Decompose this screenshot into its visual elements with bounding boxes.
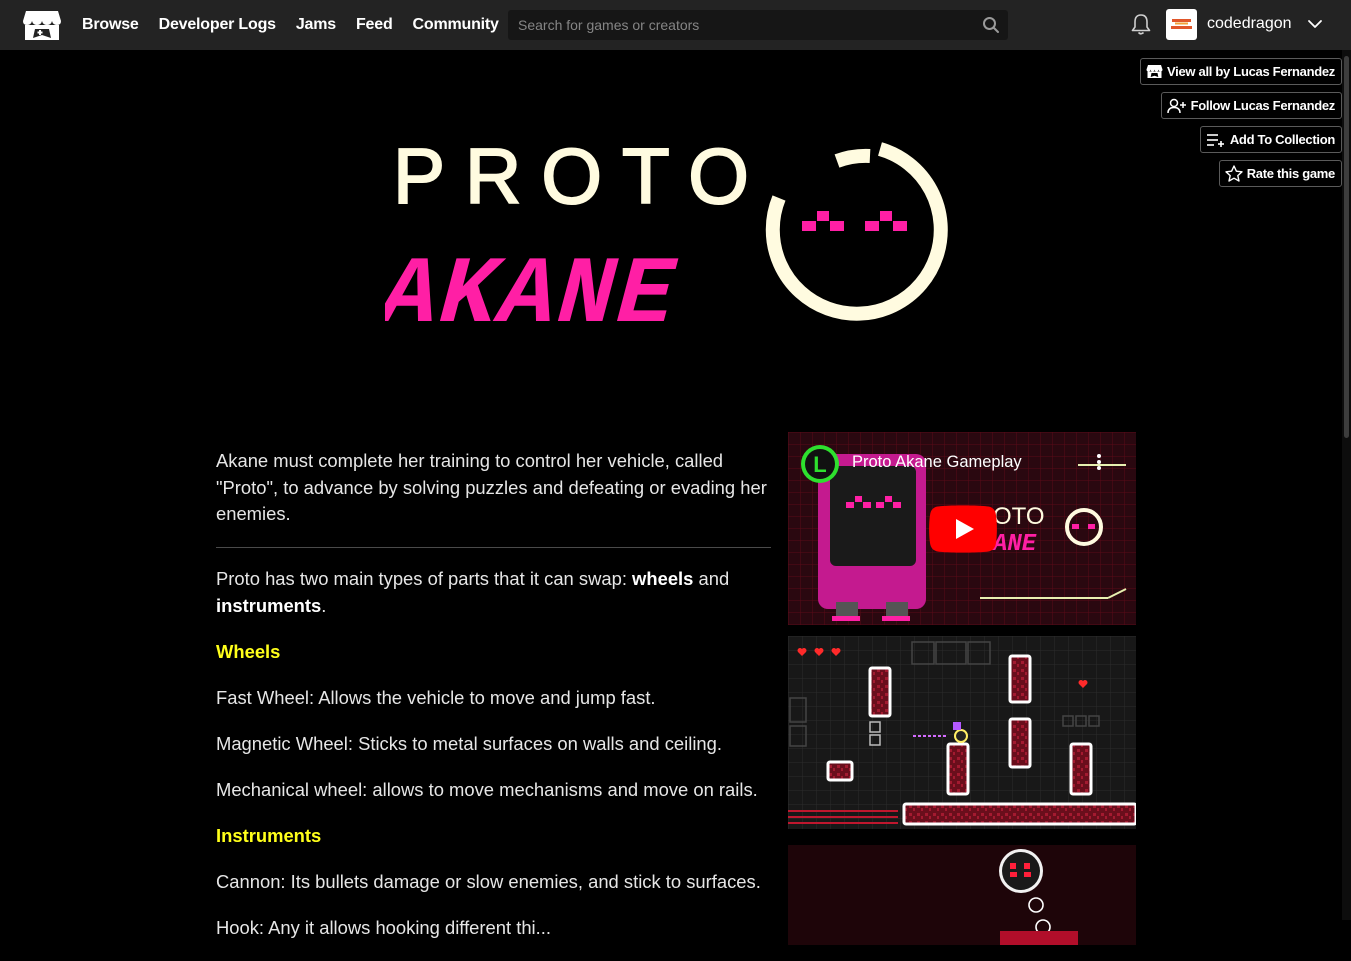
follow-user-icon: [1166, 98, 1186, 113]
game-title-banner: PROTO AKANE: [385, 131, 948, 338]
user-avatar-icon: [1168, 11, 1195, 38]
svg-text:OTO: OTO: [993, 503, 1045, 530]
search-input[interactable]: [508, 10, 974, 40]
instruments-heading: Instruments: [216, 824, 322, 846]
parts-paragraph: Proto has two main types of parts that i…: [216, 568, 730, 616]
svg-text:ANE: ANE: [991, 531, 1037, 558]
view-all-label: View all by Lucas Fernandez: [1167, 64, 1335, 79]
follow-button[interactable]: Follow Lucas Fernandez: [1160, 92, 1342, 119]
mechanical-wheel-text: Mechanical wheel: allows to move mechani…: [216, 778, 758, 800]
nav-feed[interactable]: Feed: [356, 16, 393, 34]
fast-wheel-text: Fast Wheel: Allows the vehicle to move a…: [216, 686, 656, 708]
screenshot-level-2[interactable]: [788, 845, 1136, 945]
nav-developer-logs[interactable]: Developer Logs: [159, 16, 276, 34]
notifications-bell-icon[interactable]: [1130, 12, 1152, 36]
rate-game-button[interactable]: Rate this game: [1218, 160, 1342, 187]
site-header: Browse Developer Logs Jams Feed Communit…: [0, 0, 1351, 50]
banner-title-akane: AKANE: [385, 242, 680, 338]
wheels-heading: Wheels: [216, 640, 281, 662]
itchio-logo-icon[interactable]: [22, 7, 62, 43]
video-title[interactable]: Proto Akane Gameplay: [852, 453, 1022, 472]
screenshot-level-1[interactable]: [788, 636, 1138, 829]
hook-text: Hook: Any it allows hooking different th…: [216, 916, 551, 938]
rate-label: Rate this game: [1246, 166, 1336, 181]
more-options-icon[interactable]: [1094, 452, 1104, 472]
star-icon: [1225, 165, 1243, 182]
nav-community[interactable]: Community: [413, 16, 499, 34]
follow-label: Follow Lucas Fernandez: [1190, 98, 1336, 113]
add-collection-label: Add To Collection: [1229, 132, 1335, 147]
channel-avatar-icon[interactable]: L: [800, 444, 840, 484]
search-button[interactable]: [974, 10, 1008, 40]
search-icon: [983, 17, 999, 33]
add-to-collection-button[interactable]: Add To Collection: [1199, 126, 1342, 153]
media-column: OTO ANE L Proto Akane Gameplay: [788, 432, 1138, 950]
proto-face-icon: [765, 142, 948, 321]
main-nav: Browse Developer Logs Jams Feed Communit…: [82, 0, 499, 50]
search-bar: [508, 10, 1008, 40]
banner-title-proto: PROTO: [393, 132, 769, 220]
magnetic-wheel-text: Magnetic Wheel: Sticks to metal surfaces…: [216, 732, 722, 754]
nav-browse[interactable]: Browse: [82, 16, 139, 34]
view-all-button[interactable]: View all by Lucas Fernandez: [1140, 58, 1342, 85]
username-label[interactable]: codedragon: [1207, 15, 1292, 33]
play-button-icon[interactable]: [929, 505, 997, 553]
intro-paragraph: Akane must complete her training to cont…: [216, 450, 767, 524]
game-description: Akane must complete her training to cont…: [216, 448, 771, 961]
itchio-small-icon: [1146, 65, 1163, 78]
scrollbar-thumb[interactable]: [1344, 56, 1349, 438]
cannon-text: Cannon: Its bullets damage or slow enemi…: [216, 870, 761, 892]
add-to-list-icon: [1206, 133, 1224, 147]
channel-avatar-letter: L: [813, 452, 826, 477]
youtube-video-embed[interactable]: OTO ANE L Proto Akane Gameplay: [788, 432, 1136, 625]
nav-jams[interactable]: Jams: [296, 16, 336, 34]
chevron-down-icon[interactable]: [1307, 16, 1323, 32]
game-actions: View all by Lucas Fernandez Follow Lucas…: [1140, 58, 1342, 187]
avatar[interactable]: [1166, 9, 1197, 40]
divider: [216, 547, 771, 548]
